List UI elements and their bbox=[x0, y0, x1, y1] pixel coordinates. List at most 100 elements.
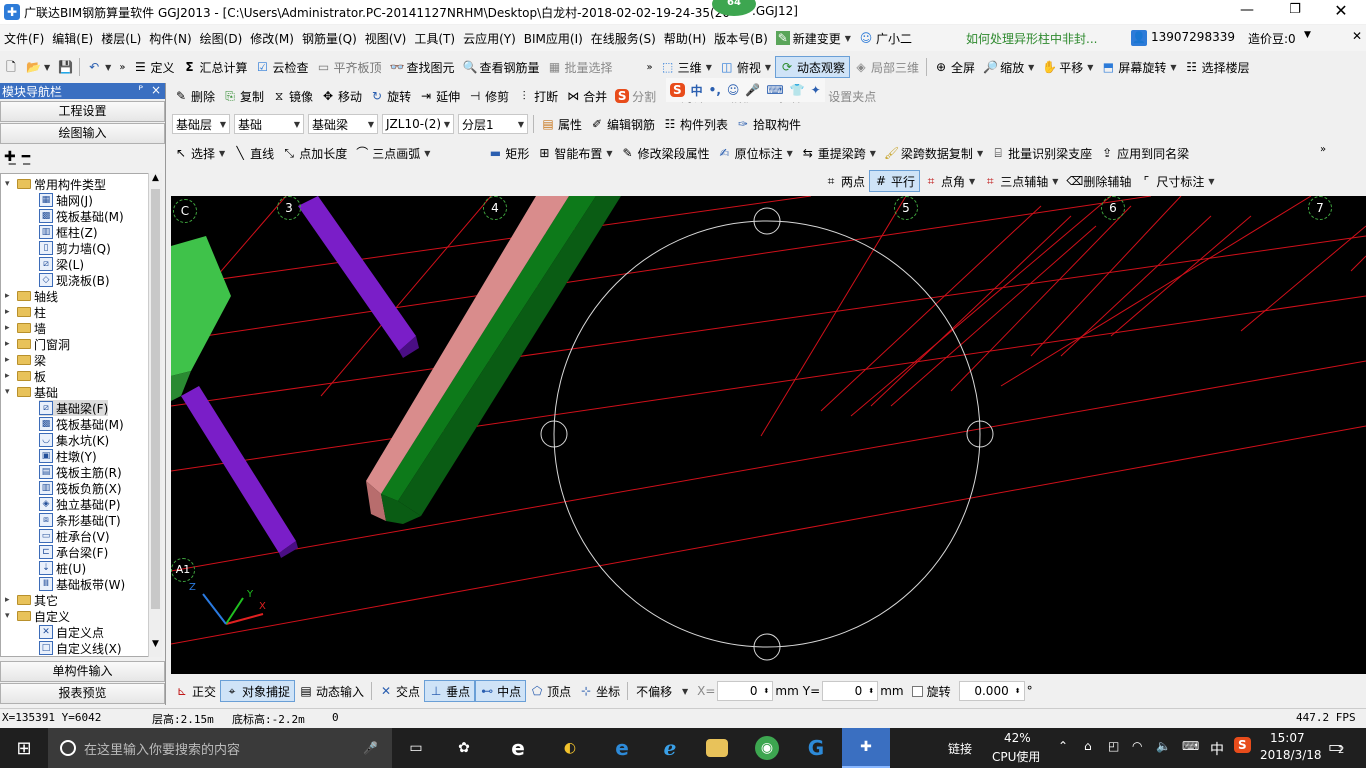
maximize-button[interactable]: ❐ bbox=[1280, 2, 1310, 17]
edge-legacy-icon[interactable]: e bbox=[506, 736, 530, 760]
floor-select[interactable]: 基础层 ▼ bbox=[172, 114, 230, 134]
extend-button[interactable]: ⇥ 延伸 bbox=[415, 85, 464, 107]
question-link[interactable]: 如何处理异形柱中非封... bbox=[966, 30, 1097, 47]
save-button[interactable]: 💾 bbox=[54, 56, 76, 78]
column-purple-1[interactable] bbox=[298, 196, 419, 358]
viewport-canvas[interactable] bbox=[171, 196, 1366, 674]
ortho-button[interactable]: ⊾ 正交 bbox=[171, 680, 220, 702]
collapse-icon[interactable]: ▾ bbox=[5, 387, 14, 397]
tray-chevron-icon[interactable]: ⌃ bbox=[1058, 739, 1068, 753]
undo-button[interactable]: ↶ ▼ bbox=[83, 56, 115, 78]
screen-rotate-button[interactable]: ⬒ 屏幕旋转 ▼ bbox=[1097, 56, 1180, 78]
zoom-button[interactable]: 🔎 缩放 ▼ bbox=[979, 56, 1038, 78]
tree-folder[interactable]: ▸ 梁 bbox=[5, 352, 46, 368]
3d-viewport[interactable]: C 3 4 5 6 7 A1 X Y Z bbox=[171, 196, 1366, 674]
coordinate-button[interactable]: ⊹ 坐标 bbox=[575, 680, 624, 702]
delete-aux-axis-button[interactable]: ⌫ 删除辅轴 bbox=[1062, 170, 1135, 192]
toolbar4-more-icon[interactable]: » bbox=[1320, 144, 1326, 155]
collapse-all-icon[interactable]: ━̲ bbox=[22, 149, 30, 165]
local-3d-button[interactable]: ◈ 局部三维 bbox=[850, 56, 923, 78]
menu-online[interactable]: 在线服务(S) bbox=[587, 27, 660, 49]
pinwheel-app-icon[interactable]: ✿ bbox=[452, 736, 476, 760]
menu-file[interactable]: 文件(F) bbox=[0, 27, 48, 49]
menu-edit[interactable]: 编辑(E) bbox=[48, 27, 97, 49]
file-explorer-icon[interactable] bbox=[706, 739, 728, 757]
collapse-icon[interactable]: ▾ bbox=[5, 179, 14, 189]
rectangle-button[interactable]: ▬ 矩形 bbox=[484, 142, 533, 164]
close-button[interactable]: ✕ bbox=[1326, 1, 1356, 20]
menu-dropdown-icon[interactable]: ▼ bbox=[1304, 30, 1311, 40]
dynamic-orbit-button[interactable]: ⟳ 动态观察 bbox=[775, 56, 851, 78]
pan-button[interactable]: ✋ 平移 ▼ bbox=[1038, 56, 1097, 78]
tree-folder[interactable]: ▸ 门窗洞 bbox=[5, 336, 70, 352]
y-input[interactable]: 0 ⬍ bbox=[822, 681, 879, 701]
tree-leaf[interactable]: ▥ 筏板负筋(X) bbox=[39, 480, 122, 496]
tray-volume-icon[interactable]: 🔈 bbox=[1156, 739, 1171, 753]
modify-segment-button[interactable]: ✎ 修改梁段属性 bbox=[617, 142, 714, 164]
menu-tools[interactable]: 工具(T) bbox=[410, 27, 459, 49]
point-angle-button[interactable]: ⌗ 点角 ▼ bbox=[920, 170, 979, 192]
tree-leaf[interactable]: ▩ 筏板基础(M) bbox=[39, 208, 124, 224]
clock-date[interactable]: 2018/3/18 bbox=[1260, 748, 1322, 762]
tree-folder[interactable]: ▸ 板 bbox=[5, 368, 46, 384]
expand-icon[interactable]: ▸ bbox=[5, 595, 14, 605]
minimize-button[interactable]: — bbox=[1232, 2, 1262, 18]
menu-close-icon[interactable]: ✕ bbox=[1352, 29, 1362, 43]
view-rebar-button[interactable]: 🔍 查看钢筋量 bbox=[459, 56, 544, 78]
rotate-button[interactable]: ↻ 旋转 bbox=[366, 85, 415, 107]
expand-icon[interactable]: ▸ bbox=[5, 307, 14, 317]
move-button[interactable]: ✥ 移动 bbox=[317, 85, 366, 107]
tree-leaf[interactable]: ⇣ 桩(U) bbox=[39, 560, 86, 576]
new-file-button[interactable]: 🗋 bbox=[0, 56, 22, 78]
tree-leaf[interactable]: ◈ 独立基础(P) bbox=[39, 496, 121, 512]
merge-button[interactable]: ⋈ 合并 bbox=[562, 85, 611, 107]
collapse-icon[interactable]: ▾ bbox=[5, 611, 14, 621]
vertex-button[interactable]: ⬠ 顶点 bbox=[526, 680, 575, 702]
trim-button[interactable]: ⊣ 修剪 bbox=[464, 85, 513, 107]
tree-leaf[interactable]: ⧄ 梁(L) bbox=[39, 256, 84, 272]
select-floor-button[interactable]: ☷ 选择楼层 bbox=[1181, 56, 1254, 78]
windows-start-icon[interactable]: ⊞ bbox=[12, 736, 36, 760]
task-view-icon[interactable]: ▭ bbox=[404, 736, 428, 760]
menu-version[interactable]: 版本号(B) bbox=[710, 27, 772, 49]
object-snap-button[interactable]: ⌖ 对象捕捉 bbox=[220, 680, 296, 702]
tree-folder[interactable]: ▸ 轴线 bbox=[5, 288, 58, 304]
delete-button[interactable]: ✎ 删除 bbox=[170, 85, 219, 107]
component-list-button[interactable]: ☷ 构件列表 bbox=[659, 113, 732, 135]
single-component-input-button[interactable]: 单构件输入 bbox=[0, 661, 165, 682]
break-button[interactable]: ⫶ 打断 bbox=[513, 85, 562, 107]
open-file-button[interactable]: 📂 ▼ bbox=[22, 56, 54, 78]
menu-bim[interactable]: BIM应用(I) bbox=[520, 27, 587, 49]
layer-select[interactable]: 分层1 ▼ bbox=[458, 114, 528, 134]
expand-all-icon[interactable]: ✚̲ bbox=[4, 149, 16, 165]
menu-new-change[interactable]: ✎ 新建变更 ▼ bbox=[772, 27, 855, 49]
project-settings-button[interactable]: 工程设置 bbox=[0, 101, 165, 122]
clock-time[interactable]: 15:07 bbox=[1270, 731, 1305, 745]
select-button[interactable]: ↖ 选择 ▼ bbox=[170, 142, 229, 164]
expand-icon[interactable]: ▸ bbox=[5, 355, 14, 365]
3d-button[interactable]: ⬚ 三维 ▼ bbox=[657, 56, 716, 78]
x-input[interactable]: 0 ⬍ bbox=[717, 681, 774, 701]
tray-keyboard-icon[interactable]: ⌨ bbox=[1182, 739, 1199, 753]
parallel-axis-button[interactable]: # 平行 bbox=[869, 170, 921, 192]
tree-leaf[interactable]: ⧄ 基础梁(F) bbox=[39, 400, 109, 416]
span-copy-button[interactable]: 🖌 梁跨数据复制 ▼ bbox=[880, 142, 987, 164]
report-preview-button[interactable]: 报表预览 bbox=[0, 683, 165, 704]
split-button[interactable]: S 分割 bbox=[611, 85, 660, 107]
menu-cloud[interactable]: 云应用(Y) bbox=[459, 27, 520, 49]
foundation-beam[interactable] bbox=[366, 196, 621, 524]
taskbar-search-box[interactable]: 在这里输入你要搜索的内容 🎤 bbox=[48, 728, 392, 768]
top-view-button[interactable]: ◫ 俯视 ▼ bbox=[716, 56, 775, 78]
midpoint-button[interactable]: ⊷ 中点 bbox=[475, 680, 527, 702]
align-slab-top-button[interactable]: ▭ 平齐板顶 bbox=[312, 56, 385, 78]
apply-same-name-button[interactable]: ⇪ 应用到同名梁 bbox=[1096, 142, 1193, 164]
offset-mode-select[interactable]: 不偏移 ▼ bbox=[633, 681, 691, 701]
panel-close-icon[interactable]: × bbox=[151, 83, 161, 99]
menu-floor[interactable]: 楼层(L) bbox=[97, 27, 145, 49]
drawing-input-button[interactable]: 绘图输入 bbox=[0, 123, 165, 144]
tray-wifi-icon[interactable]: ◠ bbox=[1132, 739, 1142, 753]
type-select[interactable]: 基础梁 ▼ bbox=[308, 114, 378, 134]
tree-leaf[interactable]: ▥ 框柱(Z) bbox=[39, 224, 98, 240]
in-situ-label-button[interactable]: ✍ 原位标注 ▼ bbox=[714, 142, 797, 164]
tree-leaf[interactable]: ▭ 桩承台(V) bbox=[39, 528, 110, 544]
